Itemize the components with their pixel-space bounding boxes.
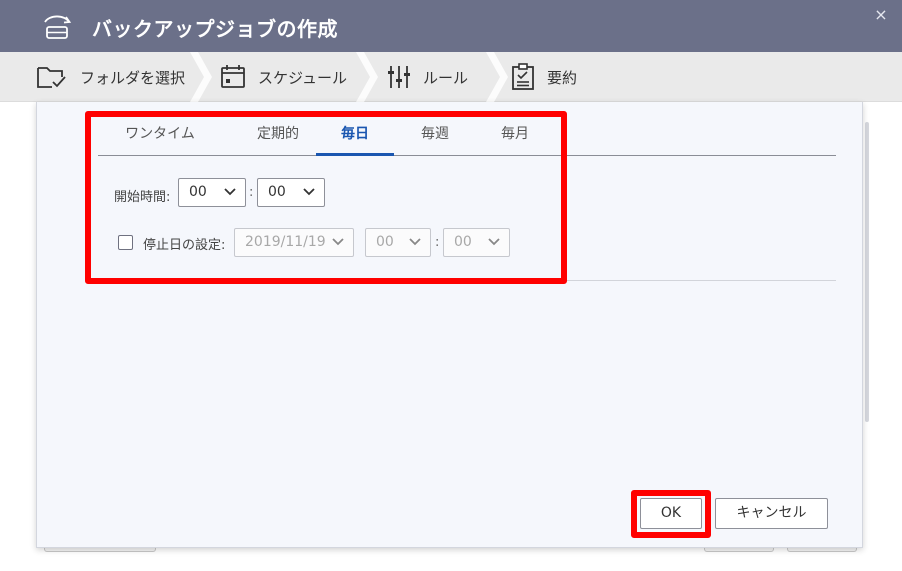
step-schedule[interactable]: スケジュール <box>220 52 347 102</box>
step-summary[interactable]: 要約 <box>511 52 577 102</box>
step-label: スケジュール <box>258 68 347 87</box>
cancel-button[interactable]: キャンセル <box>715 498 828 529</box>
calendar-icon <box>221 65 245 88</box>
step-label: フォルダを選択 <box>80 68 186 87</box>
window-title: バックアップジョブの作成 <box>92 17 338 41</box>
step-rules[interactable]: ルール <box>387 52 468 102</box>
highlight-ok-box <box>631 490 711 538</box>
step-label: ルール <box>423 68 469 87</box>
wizard-steps: フォルダを選択 スケジュール ルール 要約 <box>0 52 902 102</box>
clipboard-icon <box>512 63 534 90</box>
title-bar: バックアップジョブの作成 × <box>0 0 902 52</box>
sliders-icon <box>388 66 410 88</box>
wizard-scrollbar[interactable] <box>865 122 869 422</box>
step-select-folder[interactable]: フォルダを選択 <box>36 52 185 102</box>
step-divider-2 <box>356 52 378 102</box>
step-divider-3 <box>486 52 508 102</box>
close-icon[interactable]: × <box>872 6 890 24</box>
step-label: 要約 <box>547 68 578 87</box>
highlight-schedule-box <box>85 111 567 284</box>
step-divider-1 <box>190 52 212 102</box>
backup-drive-icon <box>44 15 72 39</box>
folder-check-icon <box>37 67 66 88</box>
